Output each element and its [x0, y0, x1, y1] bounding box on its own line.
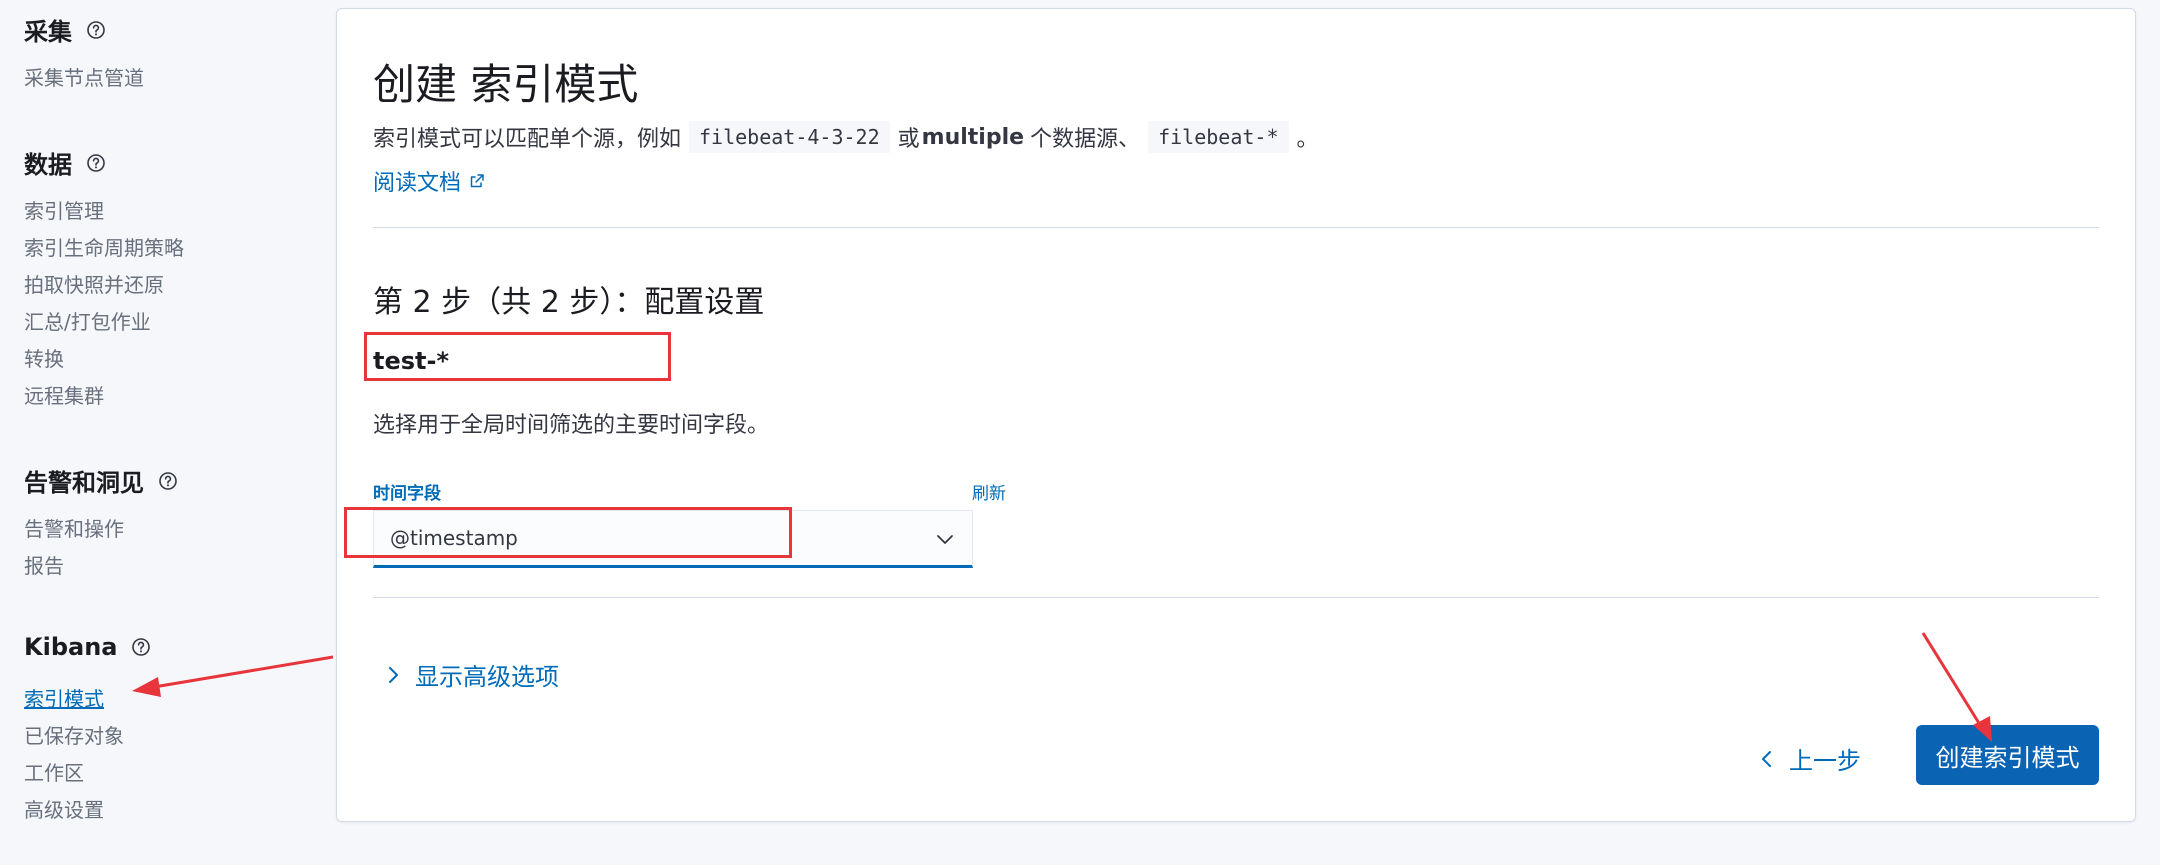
external-link-icon: [469, 173, 485, 189]
divider: [373, 227, 2099, 228]
show-advanced-options-label: 显示高级选项: [415, 663, 559, 691]
time-field-select-value: @timestamp: [390, 526, 518, 550]
sidebar-item-advanced-settings[interactable]: 高级设置: [24, 794, 104, 823]
description-text: 或: [897, 127, 920, 152]
step-title: 第 2 步（共 2 步）：配置设置: [373, 285, 765, 320]
description-bold: multiple: [921, 124, 1025, 150]
sidebar-item-ingest-pipelines[interactable]: 采集节点管道: [24, 62, 144, 91]
example-code-multiple: filebeat-*: [1148, 121, 1289, 153]
page-title: 创建 索引模式: [373, 60, 639, 109]
sidebar-item-index-lifecycle[interactable]: 索引生命周期策略: [24, 232, 184, 261]
section-title-kibana: Kibana: [24, 633, 151, 661]
read-docs-label: 阅读文档: [373, 171, 462, 196]
sidebar-item-saved-objects[interactable]: 已保存对象: [24, 720, 124, 749]
page-description: 索引模式可以匹配单个源，例如 filebeat-4-3-22 或 multipl…: [373, 121, 1319, 153]
section-title-text: 告警和洞见: [24, 469, 144, 497]
sidebar-item-alerts-actions[interactable]: 告警和操作: [24, 513, 124, 542]
refresh-fields-link[interactable]: 刷新: [937, 479, 1006, 504]
help-icon[interactable]: [86, 20, 106, 40]
sidebar-item-rollup-jobs[interactable]: 汇总/打包作业: [24, 306, 151, 335]
previous-step-button[interactable]: 上一步: [1761, 741, 1861, 776]
create-index-pattern-panel: 创建 索引模式 索引模式可以匹配单个源，例如 filebeat-4-3-22 或…: [336, 8, 2136, 822]
read-docs-link[interactable]: 阅读文档: [373, 165, 485, 197]
previous-step-label: 上一步: [1789, 747, 1861, 775]
section-title-text: Kibana: [24, 633, 118, 661]
sidebar-item-transforms[interactable]: 转换: [24, 343, 64, 372]
help-icon[interactable]: [131, 637, 151, 657]
section-title-text: 采集: [24, 18, 72, 46]
example-code-single: filebeat-4-3-22: [689, 121, 890, 153]
description-text: 索引模式可以匹配单个源，例如: [373, 127, 682, 152]
sidebar: 采集 采集节点管道 数据 索引管理 索引生命周期策略 拍取快照并还原 汇总/打包…: [0, 0, 330, 865]
description-text: 个数据源、: [1030, 127, 1141, 152]
time-field-select[interactable]: @timestamp: [373, 510, 973, 568]
index-pattern-name: test-*: [373, 347, 450, 375]
sidebar-item-index-management[interactable]: 索引管理: [24, 195, 104, 224]
chevron-down-icon: [934, 528, 956, 550]
sidebar-item-snapshot-restore[interactable]: 拍取快照并还原: [24, 269, 164, 298]
sidebar-item-remote-clusters[interactable]: 远程集群: [24, 380, 104, 409]
chevron-left-icon: [1762, 750, 1771, 767]
time-field-hint: 选择用于全局时间筛选的主要时间字段。: [373, 413, 770, 438]
sidebar-item-spaces[interactable]: 工作区: [24, 757, 84, 786]
time-field-label: 时间字段: [373, 484, 441, 504]
show-advanced-options-toggle[interactable]: 显示高级选项: [387, 657, 559, 692]
section-title-text: 数据: [24, 151, 72, 179]
sidebar-item-reporting[interactable]: 报告: [24, 550, 64, 579]
description-text: 。: [1296, 127, 1319, 152]
help-icon[interactable]: [86, 153, 106, 173]
section-title-ingest: 采集: [24, 12, 106, 47]
section-title-alerts-insights: 告警和洞见: [24, 463, 178, 498]
divider: [373, 597, 2099, 598]
section-title-data: 数据: [24, 145, 106, 180]
help-icon[interactable]: [158, 471, 178, 491]
create-index-pattern-button[interactable]: 创建索引模式: [1916, 725, 2099, 785]
chevron-right-icon: [389, 666, 398, 683]
sidebar-item-index-patterns[interactable]: 索引模式: [24, 683, 104, 712]
